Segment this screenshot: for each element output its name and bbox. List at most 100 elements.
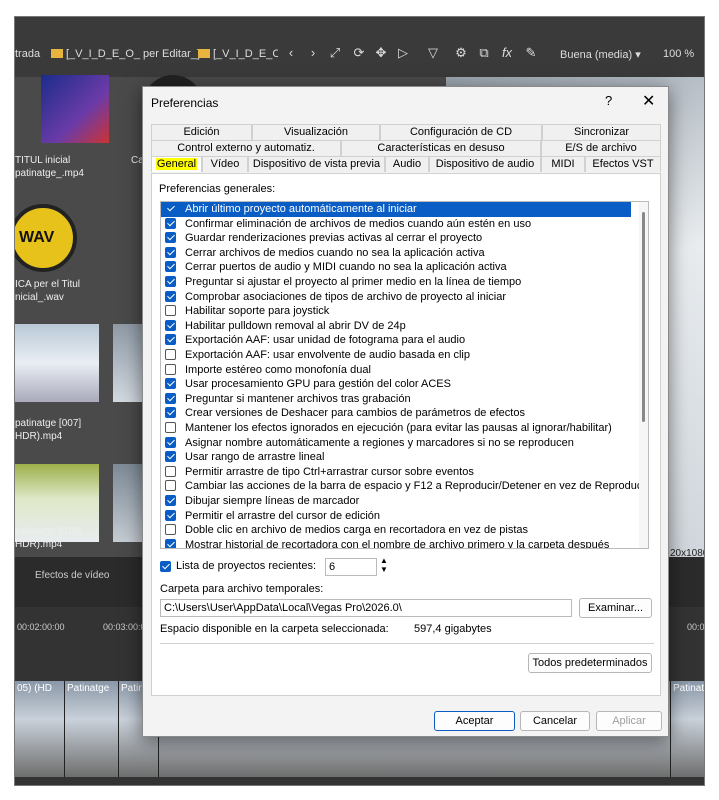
tab-efectos-vst[interactable]: Efectos VST — [585, 156, 661, 172]
help-icon[interactable]: ? — [605, 93, 612, 108]
option-checkbox[interactable] — [165, 232, 176, 244]
tab-midi[interactable]: MIDI — [541, 156, 585, 172]
preference-option[interactable]: Cerrar archivos de medios cuando no sea … — [161, 246, 631, 261]
tab-configuracion-cd[interactable]: Configuración de CD — [380, 124, 542, 140]
preference-option[interactable]: Mantener los efectos ignorados en ejecuc… — [161, 421, 631, 436]
option-checkbox[interactable] — [165, 407, 176, 419]
preferences-checklist[interactable]: Abrir último proyecto automáticamente al… — [160, 201, 649, 549]
timeline-clip[interactable]: Patinatge — [65, 681, 119, 777]
tab-dispositivo-audio[interactable]: Dispositivo de audio — [429, 156, 541, 172]
option-checkbox[interactable] — [165, 217, 176, 229]
timeline-clip[interactable]: 05) (HD — [15, 681, 65, 777]
dropdown-icon[interactable]: ▽ — [425, 45, 441, 61]
tab-es-archivo[interactable]: E/S de archivo — [541, 140, 661, 156]
apply-button[interactable]: Aplicar — [596, 711, 662, 731]
back-icon[interactable]: ‹ — [283, 45, 299, 61]
scrollbar-thumb[interactable] — [642, 212, 645, 422]
forward-icon[interactable]: › — [305, 45, 321, 61]
tab-video[interactable]: Vídeo — [202, 156, 248, 172]
tab-video-effects[interactable]: Efectos de vídeo — [35, 570, 110, 581]
folder-icon — [51, 49, 63, 58]
preference-option[interactable]: Habilitar soporte para joystick — [161, 304, 631, 319]
recent-projects-input[interactable]: 6 — [325, 558, 377, 576]
preference-option[interactable]: Crear versiones de Deshacer para cambios… — [161, 406, 631, 421]
option-checkbox[interactable] — [165, 203, 176, 214]
recent-projects-checkbox[interactable] — [160, 561, 171, 572]
preference-option[interactable]: Exportación AAF: usar unidad de fotogram… — [161, 333, 631, 348]
option-checkbox[interactable] — [165, 524, 176, 536]
cancel-button[interactable]: Cancelar — [520, 711, 590, 731]
preference-option[interactable]: Importe estéreo como monofonía dual — [161, 363, 631, 378]
temp-folder-input[interactable]: C:\Users\User\AppData\Local\Vegas Pro\20… — [160, 599, 572, 617]
tab-sincronizar[interactable]: Sincronizar — [542, 124, 661, 140]
tab-caracteristicas-desuso[interactable]: Características en desuso — [341, 140, 541, 156]
browse-button[interactable]: Examinar... — [579, 598, 652, 618]
preference-option[interactable]: Guardar renderizaciones previas activas … — [161, 231, 631, 246]
option-checkbox[interactable] — [165, 378, 176, 390]
option-checkbox[interactable] — [165, 451, 176, 463]
spinner-icon[interactable]: ▲ ▼ — [380, 556, 388, 574]
preference-option[interactable]: Preguntar si ajustar el proyecto al prim… — [161, 275, 631, 290]
option-checkbox[interactable] — [165, 363, 176, 375]
timeline-clip[interactable]: Patinatge — [671, 681, 704, 777]
option-checkbox[interactable] — [165, 392, 176, 404]
preference-option[interactable]: Habilitar pulldown removal al abrir DV d… — [161, 319, 631, 334]
option-checkbox[interactable] — [165, 422, 176, 433]
tab-audio[interactable]: Audio — [385, 156, 429, 172]
expand-icon[interactable]: ⤢ — [327, 45, 343, 61]
preference-option[interactable]: Mostrar historial de recortadora con el … — [161, 538, 631, 548]
preference-option[interactable]: Usar rango de arrastre lineal — [161, 450, 631, 465]
folder-breadcrumb-2[interactable]: [_V_I_D_E_C — [198, 48, 278, 60]
list-scrollbar[interactable] — [639, 202, 648, 548]
option-checkbox[interactable] — [165, 480, 176, 492]
preference-option[interactable]: Permitir arrastre de tipo Ctrl+arrastrar… — [161, 465, 631, 480]
folder-breadcrumb-1[interactable]: [_V_I_D_E_O_ per Editar_] — [51, 48, 200, 60]
preference-option[interactable]: Dibujar siempre líneas de marcador — [161, 494, 631, 509]
preference-option[interactable]: Usar procesamiento GPU para gestión del … — [161, 377, 631, 392]
preference-option[interactable]: Asignar nombre automáticamente a regione… — [161, 436, 631, 451]
tab-edicion[interactable]: Edición — [151, 124, 252, 140]
option-checkbox[interactable] — [165, 349, 176, 360]
option-checkbox[interactable] — [165, 495, 176, 506]
quality-dropdown[interactable]: Buena (media) ▾ — [560, 48, 641, 61]
option-checkbox[interactable] — [165, 276, 176, 287]
preference-option[interactable]: Doble clic en archivo de medios carga en… — [161, 523, 631, 538]
option-checkbox[interactable] — [165, 305, 176, 317]
option-checkbox[interactable] — [165, 261, 176, 273]
play-icon[interactable]: ▷ — [395, 45, 411, 61]
option-checkbox[interactable] — [165, 436, 176, 448]
option-checkbox[interactable] — [165, 246, 176, 258]
preference-option[interactable]: Confirmar eliminación de archivos de med… — [161, 217, 631, 232]
media-thumb[interactable] — [41, 75, 109, 143]
option-checkbox[interactable] — [165, 465, 176, 477]
ok-button[interactable]: Aceptar — [434, 711, 515, 731]
preference-option[interactable]: Cerrar puertos de audio y MIDI cuando no… — [161, 260, 631, 275]
option-checkbox[interactable] — [165, 334, 176, 346]
tab-visualizacion[interactable]: Visualización — [252, 124, 380, 140]
option-checkbox[interactable] — [165, 538, 176, 548]
snapshot-icon[interactable]: ✎ — [523, 45, 539, 61]
option-checkbox[interactable] — [165, 509, 176, 521]
tab-dispositivo-vista-previa[interactable]: Dispositivo de vista previa — [248, 156, 385, 172]
preference-option[interactable]: Comprobar asociaciones de tipos de archi… — [161, 290, 631, 305]
close-icon[interactable]: ✕ — [642, 91, 655, 111]
move-icon[interactable]: ✥ — [373, 45, 389, 61]
settings-icon[interactable]: ⚙ — [453, 45, 469, 61]
tab-control-externo[interactable]: Control externo y automatiz. — [151, 140, 341, 156]
preference-option[interactable]: Abrir último proyecto automáticamente al… — [161, 202, 631, 217]
tab-row-3: General Vídeo Dispositivo de vista previ… — [151, 156, 661, 172]
fx-icon[interactable]: fx — [499, 45, 515, 61]
tab-general[interactable]: General — [151, 156, 202, 172]
preference-option[interactable]: Preguntar si mantener archivos tras grab… — [161, 392, 631, 407]
refresh-icon[interactable]: ⟳ — [351, 45, 367, 61]
option-checkbox[interactable] — [165, 290, 176, 302]
tab-row-2: Control externo y automatiz. Característ… — [151, 140, 661, 156]
preference-option[interactable]: Cambiar las acciones de la barra de espa… — [161, 479, 648, 494]
copy-icon[interactable]: ⧉ — [476, 45, 492, 61]
preference-option[interactable]: Exportación AAF: usar envolvente de audi… — [161, 348, 631, 363]
wav-icon[interactable]: WAV — [15, 204, 77, 272]
option-checkbox[interactable] — [165, 319, 176, 331]
reset-defaults-button[interactable]: Todos predeterminados — [528, 653, 652, 673]
media-thumb[interactable] — [15, 324, 99, 402]
preference-option[interactable]: Permitir el arrastre del cursor de edici… — [161, 509, 631, 524]
